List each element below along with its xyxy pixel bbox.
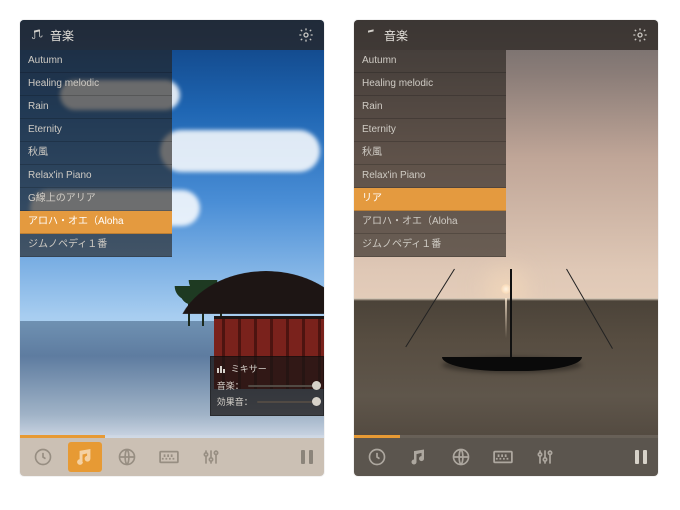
mixer-sfx-slider[interactable]	[257, 401, 317, 403]
playlist-item[interactable]: Rain	[20, 96, 172, 119]
tab-equalizer[interactable]	[194, 442, 228, 472]
pause-button[interactable]	[626, 442, 656, 472]
playlist-item[interactable]: Healing melodic	[354, 73, 506, 96]
playlist-item[interactable]: Autumn	[20, 50, 172, 73]
equalizer-icon	[217, 365, 227, 373]
tab-clock[interactable]	[360, 442, 394, 472]
phone-right: 音楽 Autumn Healing melodic Rain Eternity …	[354, 20, 658, 476]
playlist-item[interactable]: Healing melodic	[20, 73, 172, 96]
mixer-music-slider[interactable]	[248, 385, 317, 387]
playlist-item[interactable]: Relax'in Piano	[354, 165, 506, 188]
tab-music[interactable]	[402, 442, 436, 472]
tab-globe[interactable]	[110, 442, 144, 472]
playlist-item[interactable]: Rain	[354, 96, 506, 119]
mixer-sfx-label: 効果音：	[217, 395, 253, 408]
header-bar: 音楽	[354, 20, 658, 50]
playlist-item[interactable]: 秋風	[20, 142, 172, 165]
playlist-panel: Autumn Healing melodic Rain Eternity 秋風 …	[20, 50, 172, 257]
music-icon	[30, 29, 44, 41]
tab-music[interactable]	[68, 442, 102, 472]
playlist-item[interactable]: 秋風	[354, 142, 506, 165]
playlist-item[interactable]: Eternity	[354, 119, 506, 142]
playlist-item[interactable]: Relax'in Piano	[20, 165, 172, 188]
mixer-music-label: 音楽：	[217, 379, 244, 392]
pause-button[interactable]	[292, 442, 322, 472]
tab-bar	[20, 438, 324, 476]
mixer-header: ミキサー	[217, 362, 317, 375]
playlist-item[interactable]: ジムノペディ１番	[354, 234, 506, 257]
mixer-panel: ミキサー 音楽： 効果音：	[210, 356, 324, 416]
music-icon	[364, 29, 378, 41]
tab-globe[interactable]	[444, 442, 478, 472]
slider-knob[interactable]	[312, 397, 321, 406]
tab-bar	[354, 438, 658, 476]
cloud	[160, 130, 320, 172]
playlist-item[interactable]: Eternity	[20, 119, 172, 142]
playlist-item-selected[interactable]: リア	[354, 188, 506, 211]
tab-equalizer[interactable]	[528, 442, 562, 472]
settings-button[interactable]	[298, 27, 314, 43]
playlist-item[interactable]: G線上のアリア	[20, 188, 172, 211]
playlist-item[interactable]: Autumn	[354, 50, 506, 73]
progress-bar[interactable]	[20, 418, 324, 438]
tab-clock[interactable]	[26, 442, 60, 472]
mixer-title: ミキサー	[231, 362, 267, 375]
progress-bar[interactable]	[354, 418, 658, 438]
playlist-item-selected[interactable]: アロハ・オエ（Aloha	[20, 211, 172, 234]
sailboat	[432, 321, 582, 381]
tab-keyboard[interactable]	[152, 442, 186, 472]
tab-keyboard[interactable]	[486, 442, 520, 472]
playlist-item[interactable]: ジムノペディ１番	[20, 234, 172, 257]
playlist-item[interactable]: アロハ・オエ（Aloha	[354, 211, 506, 234]
header-title: 音楽	[50, 27, 298, 44]
slider-knob[interactable]	[312, 381, 321, 390]
settings-button[interactable]	[632, 27, 648, 43]
header-title: 音楽	[384, 27, 632, 44]
phone-left: 音楽 Autumn Healing melodic Rain Eternity …	[20, 20, 324, 476]
playlist-panel: Autumn Healing melodic Rain Eternity 秋風 …	[354, 50, 506, 257]
header-bar: 音楽	[20, 20, 324, 50]
